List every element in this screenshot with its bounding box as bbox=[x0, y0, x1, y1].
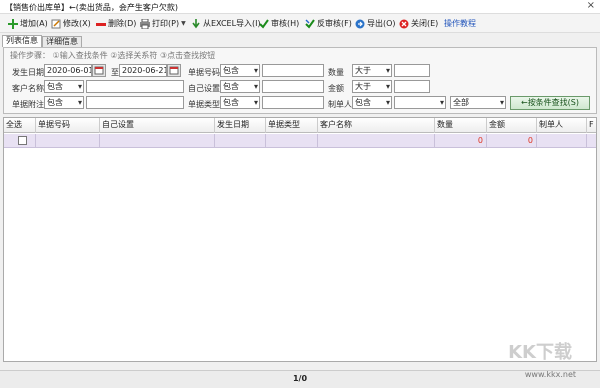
note-operator-select[interactable]: 包含 bbox=[44, 96, 84, 109]
date-to-input[interactable]: 2020-06-21 bbox=[119, 64, 167, 77]
docno-label: 单据号码 bbox=[188, 68, 220, 77]
audit-label: 审核(H) bbox=[271, 19, 300, 28]
customer-label: 客户名称 bbox=[12, 84, 44, 93]
qty-label: 数量 bbox=[328, 68, 344, 77]
col-doc-number[interactable]: 单据号码 bbox=[36, 118, 100, 133]
date-label: 发生日期 bbox=[12, 68, 44, 77]
window-close-button[interactable]: × bbox=[587, 0, 595, 11]
window-title: 【销售价出库单】←(卖出货品，会产生客户欠款) bbox=[5, 3, 178, 12]
date-to-picker[interactable] bbox=[167, 64, 181, 77]
tab-strip: 列表信息 详细信息 bbox=[0, 34, 600, 47]
calendar-icon bbox=[169, 66, 179, 75]
delete-label: 删除(D) bbox=[108, 19, 137, 28]
print-icon bbox=[140, 18, 150, 29]
close-button[interactable]: 关闭(E) bbox=[399, 17, 438, 30]
col-doc-type[interactable]: 单据类型 bbox=[266, 118, 318, 133]
edit-icon bbox=[51, 19, 61, 29]
amount-operator-select[interactable]: 大于 bbox=[352, 80, 392, 93]
audit-button[interactable]: 审核(H) bbox=[259, 17, 299, 30]
excel-import-button[interactable]: 从EXCEL导入(I) bbox=[191, 17, 261, 30]
amount-input[interactable] bbox=[394, 80, 430, 93]
unaudit-label: 反审核(F) bbox=[317, 19, 352, 28]
edit-button[interactable]: 修改(X) bbox=[51, 17, 91, 30]
print-button[interactable]: 打印(P) ▼ bbox=[140, 17, 186, 30]
delete-button[interactable]: 删除(D) bbox=[96, 17, 136, 30]
add-button[interactable]: 增加(A) bbox=[8, 17, 48, 30]
add-label: 增加(A) bbox=[20, 19, 48, 28]
note-input[interactable] bbox=[86, 96, 184, 109]
grid-header: 全选 单据号码 自己设置 发生日期 单据类型 客户名称 数量 金额 制单人 F bbox=[4, 118, 596, 133]
watermark-logo: KK下载 bbox=[508, 342, 572, 363]
all-select[interactable]: 全部 bbox=[450, 96, 506, 109]
export-button[interactable]: 导出(O) bbox=[355, 17, 396, 30]
col-extra[interactable]: F bbox=[587, 118, 596, 133]
unaudit-button[interactable]: 反审核(F) bbox=[305, 17, 352, 30]
date-to-label: 至 bbox=[111, 68, 119, 77]
maker-select[interactable] bbox=[394, 96, 446, 109]
print-label: 打印(P) bbox=[152, 19, 180, 28]
chevron-down-icon[interactable]: ▼ bbox=[181, 20, 186, 27]
date-from-input[interactable]: 2020-06-01 bbox=[44, 64, 92, 77]
excel-label: 从EXCEL导入(I) bbox=[203, 19, 261, 28]
tutorial-label: 操作教程 bbox=[444, 19, 476, 28]
plus-icon bbox=[8, 18, 18, 29]
cell-date bbox=[215, 134, 266, 148]
toolbar: 增加(A) 修改(X) 删除(D) 打印(P) ▼ 从EXCEL导入(I) 审核… bbox=[0, 14, 600, 33]
cell-maker bbox=[537, 134, 587, 148]
export-label: 导出(O) bbox=[367, 19, 396, 28]
status-bar: 1/0 bbox=[0, 370, 600, 388]
doctype-label: 单据类型 bbox=[188, 100, 220, 109]
custom-operator-select[interactable]: 包含 bbox=[220, 80, 260, 93]
customer-operator-select[interactable]: 包含 bbox=[44, 80, 84, 93]
col-date[interactable]: 发生日期 bbox=[215, 118, 266, 133]
col-amount[interactable]: 金额 bbox=[487, 118, 537, 133]
page-indicator: 1/0 bbox=[292, 374, 308, 383]
doctype-operator-select[interactable]: 包含 bbox=[220, 96, 260, 109]
qty-input[interactable] bbox=[394, 64, 430, 77]
calendar-icon bbox=[94, 66, 104, 75]
cell-amount: 0 bbox=[487, 134, 537, 148]
table-row[interactable]: 0 0 bbox=[4, 134, 596, 148]
close-icon bbox=[399, 19, 409, 29]
export-icon bbox=[355, 19, 365, 29]
amount-label: 金额 bbox=[328, 84, 344, 93]
watermark-url: www.kkx.net bbox=[524, 370, 576, 379]
cell-qty: 0 bbox=[435, 134, 487, 148]
col-custom[interactable]: 自己设置 bbox=[100, 118, 215, 133]
cell-custom bbox=[100, 134, 215, 148]
title-bar: 【销售价出库单】←(卖出货品，会产生客户欠款) × bbox=[0, 0, 600, 14]
close-label: 关闭(E) bbox=[411, 19, 439, 28]
edit-label: 修改(X) bbox=[63, 19, 91, 28]
check-icon bbox=[259, 18, 269, 29]
doctype-input[interactable] bbox=[262, 96, 324, 109]
maker-operator-select[interactable]: 包含 bbox=[352, 96, 392, 109]
custom-label: 自己设置 bbox=[188, 84, 220, 93]
col-qty[interactable]: 数量 bbox=[435, 118, 487, 133]
cell-doc-number bbox=[36, 134, 100, 148]
docno-input[interactable] bbox=[262, 64, 324, 77]
maker-label: 制单人 bbox=[328, 100, 352, 109]
search-button[interactable]: ←按条件查找(S) bbox=[510, 96, 590, 110]
note-label: 单据附注 bbox=[12, 100, 44, 109]
data-grid: 全选 单据号码 自己设置 发生日期 单据类型 客户名称 数量 金额 制单人 F … bbox=[3, 117, 597, 362]
cell-customer bbox=[318, 134, 435, 148]
col-customer[interactable]: 客户名称 bbox=[318, 118, 435, 133]
row-checkbox-cell[interactable] bbox=[4, 134, 36, 148]
tab-list-info[interactable]: 列表信息 bbox=[2, 35, 42, 47]
undo-check-icon bbox=[305, 18, 315, 29]
col-maker[interactable]: 制单人 bbox=[537, 118, 587, 133]
search-steps: 操作步骤： ①输入查找条件 ②选择关系符 ③点击查找按钮 bbox=[10, 51, 216, 60]
cell-doc-type bbox=[266, 134, 318, 148]
select-all-header[interactable]: 全选 bbox=[4, 118, 36, 133]
qty-operator-select[interactable]: 大于 bbox=[352, 64, 392, 77]
custom-input[interactable] bbox=[262, 80, 324, 93]
tab-detail-info[interactable]: 详细信息 bbox=[42, 36, 82, 47]
delete-icon bbox=[96, 19, 106, 29]
tutorial-link[interactable]: 操作教程 bbox=[444, 17, 476, 30]
row-checkbox[interactable] bbox=[18, 136, 27, 145]
customer-input[interactable] bbox=[86, 80, 184, 93]
date-from-picker[interactable] bbox=[92, 64, 106, 77]
excel-icon bbox=[191, 18, 201, 29]
docno-operator-select[interactable]: 包含 bbox=[220, 64, 260, 77]
